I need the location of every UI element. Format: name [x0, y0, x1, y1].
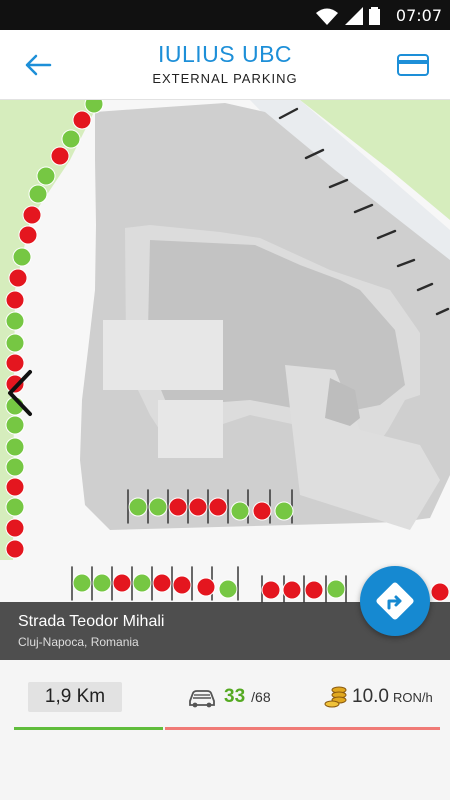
- distance-badge: 1,9 Km: [28, 682, 122, 712]
- navigate-button[interactable]: [360, 566, 430, 636]
- free-spots-count: 33: [224, 686, 246, 707]
- page-title: IULIUS UBC: [157, 41, 293, 67]
- occupancy-busy-bar: [165, 727, 440, 730]
- price-info: 10.0 RON/h: [324, 682, 433, 712]
- credit-card-button[interactable]: [396, 50, 430, 80]
- signal-icon: [345, 7, 363, 25]
- total-spots-count: /68: [251, 689, 271, 705]
- back-button[interactable]: [20, 50, 54, 80]
- city-name: Cluj-Napoca, Romania: [18, 635, 139, 649]
- status-icons: [315, 5, 380, 25]
- battery-icon: [369, 7, 380, 25]
- page-subtitle: EXTERNAL PARKING: [152, 71, 298, 86]
- status-bar: 07:07: [0, 0, 450, 30]
- clock: 07:07: [395, 6, 442, 25]
- car-icon: [189, 690, 215, 708]
- occupancy-free-bar: [14, 727, 163, 730]
- stats-panel: 1,9 Km 33/68 10.0 RON/h: [0, 660, 450, 800]
- price-amount: 10.0: [352, 686, 389, 707]
- spots-counter: 33/68: [186, 682, 271, 712]
- wifi-icon: [316, 8, 338, 25]
- coins-icon: [324, 686, 347, 708]
- parking-map[interactable]: Strada Teodor Mihali Cluj-Napoca, Romani…: [0, 100, 450, 660]
- price-unit: RON/h: [392, 689, 433, 705]
- app-header: IULIUS UBC EXTERNAL PARKING: [0, 30, 450, 100]
- chevron-left-icon[interactable]: [2, 368, 38, 418]
